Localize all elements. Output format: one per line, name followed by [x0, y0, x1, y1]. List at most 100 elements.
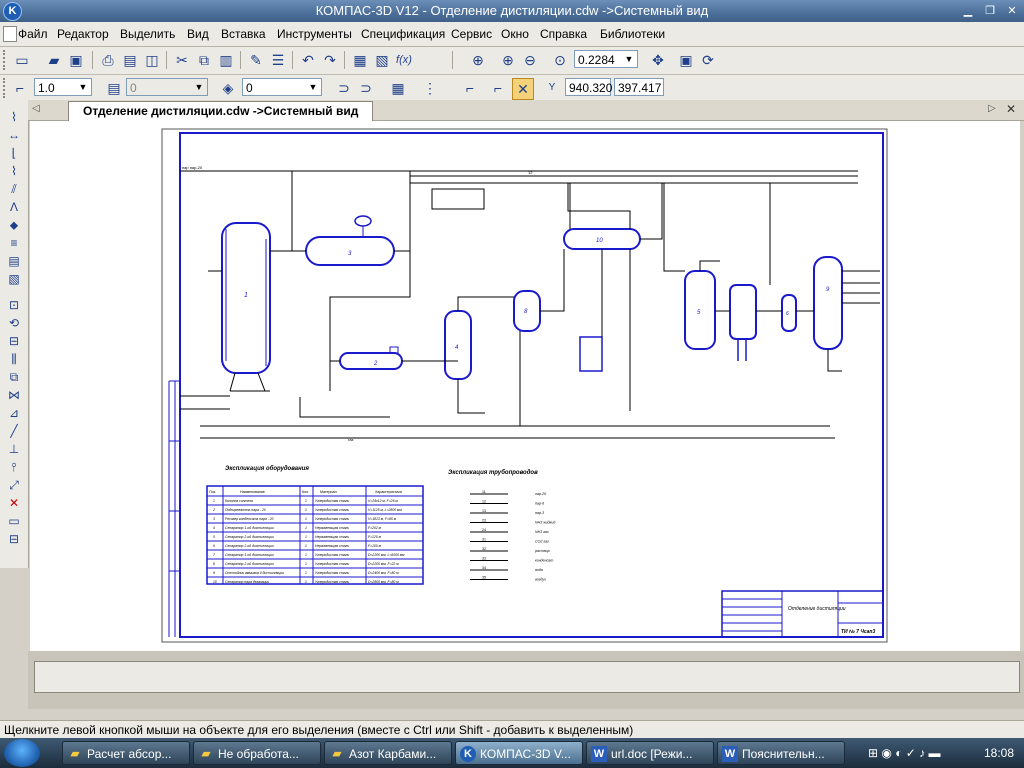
- properties-icon[interactable]: ☰: [268, 50, 288, 70]
- zoom-preview-icon[interactable]: ◫: [142, 50, 162, 70]
- refresh-icon[interactable]: ⟳: [698, 50, 718, 70]
- chevron-left-icon[interactable]: ◁: [32, 103, 40, 114]
- close-button[interactable]: ✕: [1004, 4, 1020, 18]
- minimize-button[interactable]: ▁: [960, 4, 976, 18]
- snap-magnet-icon[interactable]: ⊃: [334, 78, 354, 98]
- document-icon[interactable]: [3, 26, 17, 42]
- round-mode-icon[interactable]: ✕: [512, 78, 534, 100]
- menu-insert[interactable]: Вставка: [221, 27, 266, 41]
- menu-service[interactable]: Сервис: [451, 27, 492, 41]
- select-icon[interactable]: ⬥: [5, 216, 23, 234]
- dimensions-icon[interactable]: ↔: [5, 126, 23, 144]
- variables-fx-icon[interactable]: f(x): [394, 50, 414, 70]
- toolbar-grip[interactable]: [3, 50, 9, 70]
- grid-dots-icon[interactable]: ⋮: [420, 78, 440, 98]
- taskbar-item-url-doc[interactable]: Wurl.doc [Режи...: [586, 741, 714, 765]
- deform-icon[interactable]: ⋈: [5, 386, 23, 404]
- scale-icon[interactable]: ⊟: [5, 332, 23, 350]
- cursor-y-field[interactable]: 397.417: [614, 78, 664, 96]
- delete-icon[interactable]: ✕: [5, 494, 23, 512]
- zoom-out-icon[interactable]: ⊖: [520, 50, 540, 70]
- zoom-scale-icon[interactable]: ⊙: [550, 50, 570, 70]
- chevron-right-icon[interactable]: ▷: [988, 103, 996, 114]
- taskbar-item-abs[interactable]: ▰ Расчет абсор...: [62, 741, 190, 765]
- taskbar-item-kompas[interactable]: K КОМПАС-3D V...: [455, 741, 583, 765]
- menu-tools[interactable]: Инструменты: [277, 27, 352, 41]
- save-icon[interactable]: ▣: [66, 50, 86, 70]
- local-snap-icon[interactable]: ⊃: [356, 78, 376, 98]
- menu-file[interactable]: Файл: [18, 27, 48, 41]
- open-folder-icon[interactable]: ▰: [44, 50, 64, 70]
- library-manager-icon[interactable]: ▧: [372, 50, 392, 70]
- break-icon[interactable]: ╱: [5, 422, 23, 440]
- menu-edit[interactable]: Редактор: [57, 27, 109, 41]
- print-preview-icon[interactable]: ▤: [120, 50, 140, 70]
- print-icon[interactable]: ⎙: [98, 50, 118, 70]
- grid-icon[interactable]: ▦: [388, 78, 408, 98]
- show-all-icon[interactable]: ▣: [676, 50, 696, 70]
- manager-icon[interactable]: ▦: [350, 50, 370, 70]
- collapse-icon[interactable]: ⊟: [5, 530, 23, 548]
- toolbar-grip[interactable]: [3, 78, 9, 98]
- copy-objects-icon[interactable]: ⧉: [5, 368, 23, 386]
- svg-text:Материал: Материал: [320, 490, 337, 494]
- menu-select[interactable]: Выделить: [120, 27, 175, 41]
- taskbar-item-carbamide[interactable]: ▰ Азот Карбами...: [324, 741, 452, 765]
- restore-button[interactable]: ❐: [982, 4, 998, 18]
- view-state-icon[interactable]: ▤: [104, 78, 124, 98]
- format-brush-icon[interactable]: ✎: [246, 50, 266, 70]
- layer-number-field[interactable]: 0 ▼: [242, 78, 322, 96]
- start-button[interactable]: [4, 739, 40, 767]
- cut-icon[interactable]: ✂: [172, 50, 192, 70]
- geometry-icon[interactable]: ⌇: [5, 108, 23, 126]
- extend-icon[interactable]: ⤢: [5, 476, 23, 494]
- chevron-down-icon[interactable]: ▼: [76, 80, 90, 94]
- clip-icon[interactable]: ▭: [5, 512, 23, 530]
- report-icon[interactable]: ▤: [5, 252, 23, 270]
- measure-icon[interactable]: Λ: [5, 198, 23, 216]
- line-width-field[interactable]: 1.0 ▼: [34, 78, 92, 96]
- spec-icon[interactable]: ≡: [5, 234, 23, 252]
- kompas-icon: K: [460, 746, 476, 762]
- menu-help[interactable]: Справка: [540, 27, 587, 41]
- menu-specification[interactable]: Спецификация: [361, 27, 445, 41]
- chevron-down-icon[interactable]: ▼: [622, 52, 636, 66]
- chevron-down-icon[interactable]: ▼: [306, 80, 320, 94]
- taskbar-item-unprocessed[interactable]: ▰ Не обработа...: [193, 741, 321, 765]
- zoom-in-icon[interactable]: ⊕: [498, 50, 518, 70]
- menu-libraries[interactable]: Библиотеки: [600, 27, 665, 41]
- menu-window[interactable]: Окно: [501, 27, 529, 41]
- system-tray[interactable]: ⊞ ◉ ◐ ✓ ♪ ▬: [868, 746, 941, 760]
- taskbar-item-explanatory[interactable]: W Пояснительн...: [717, 741, 845, 765]
- rotate-icon[interactable]: ⟲: [5, 314, 23, 332]
- insert-fragment-icon[interactable]: ▧: [5, 270, 23, 288]
- cursor-x-field[interactable]: 940.320: [565, 78, 612, 96]
- title-bar: K КОМПАС-3D V12 - Отделение дистиляции.c…: [0, 0, 1024, 22]
- redo-icon[interactable]: ↷: [320, 50, 340, 70]
- pan-icon[interactable]: ✥: [648, 50, 668, 70]
- layer-state-icon[interactable]: ◈: [218, 78, 238, 98]
- trim-icon[interactable]: ⊿: [5, 404, 23, 422]
- tab-document[interactable]: Отделение дистиляции.cdw ->Системный вид: [68, 101, 374, 121]
- undo-icon[interactable]: ↶: [298, 50, 318, 70]
- new-file-icon[interactable]: ▭: [12, 50, 32, 70]
- ortho-mode-icon[interactable]: ⌐: [488, 78, 508, 98]
- menu-view[interactable]: Вид: [187, 27, 209, 41]
- parametrization-icon[interactable]: ⫽: [5, 180, 23, 198]
- drawing-canvas[interactable]: пар пар-20 12 газ 1 3 2 4 8 10 5 6 9 Экс…: [30, 121, 1020, 651]
- local-cs-icon[interactable]: ⌐: [460, 78, 480, 98]
- edit-icon[interactable]: ⌇: [5, 162, 23, 180]
- clock[interactable]: 18:08: [984, 746, 1014, 760]
- move-icon[interactable]: ⊡: [5, 296, 23, 314]
- zoom-window-icon[interactable]: ⊕: [468, 50, 488, 70]
- designations-icon[interactable]: ⌊: [5, 144, 23, 162]
- align-icon[interactable]: ⫯: [5, 458, 23, 476]
- paste-icon[interactable]: ▥: [216, 50, 236, 70]
- zoom-scale-field[interactable]: 0.2284 ▼: [574, 50, 638, 68]
- coordinate-system-icon[interactable]: ⌐: [10, 78, 30, 98]
- table-cell: F=202 м: [368, 526, 382, 530]
- close-tab-icon[interactable]: ✕: [1006, 102, 1016, 116]
- copy-icon[interactable]: ⧉: [194, 50, 214, 70]
- split-icon[interactable]: ⊥: [5, 440, 23, 458]
- symmetry-icon[interactable]: ⫼: [5, 350, 23, 368]
